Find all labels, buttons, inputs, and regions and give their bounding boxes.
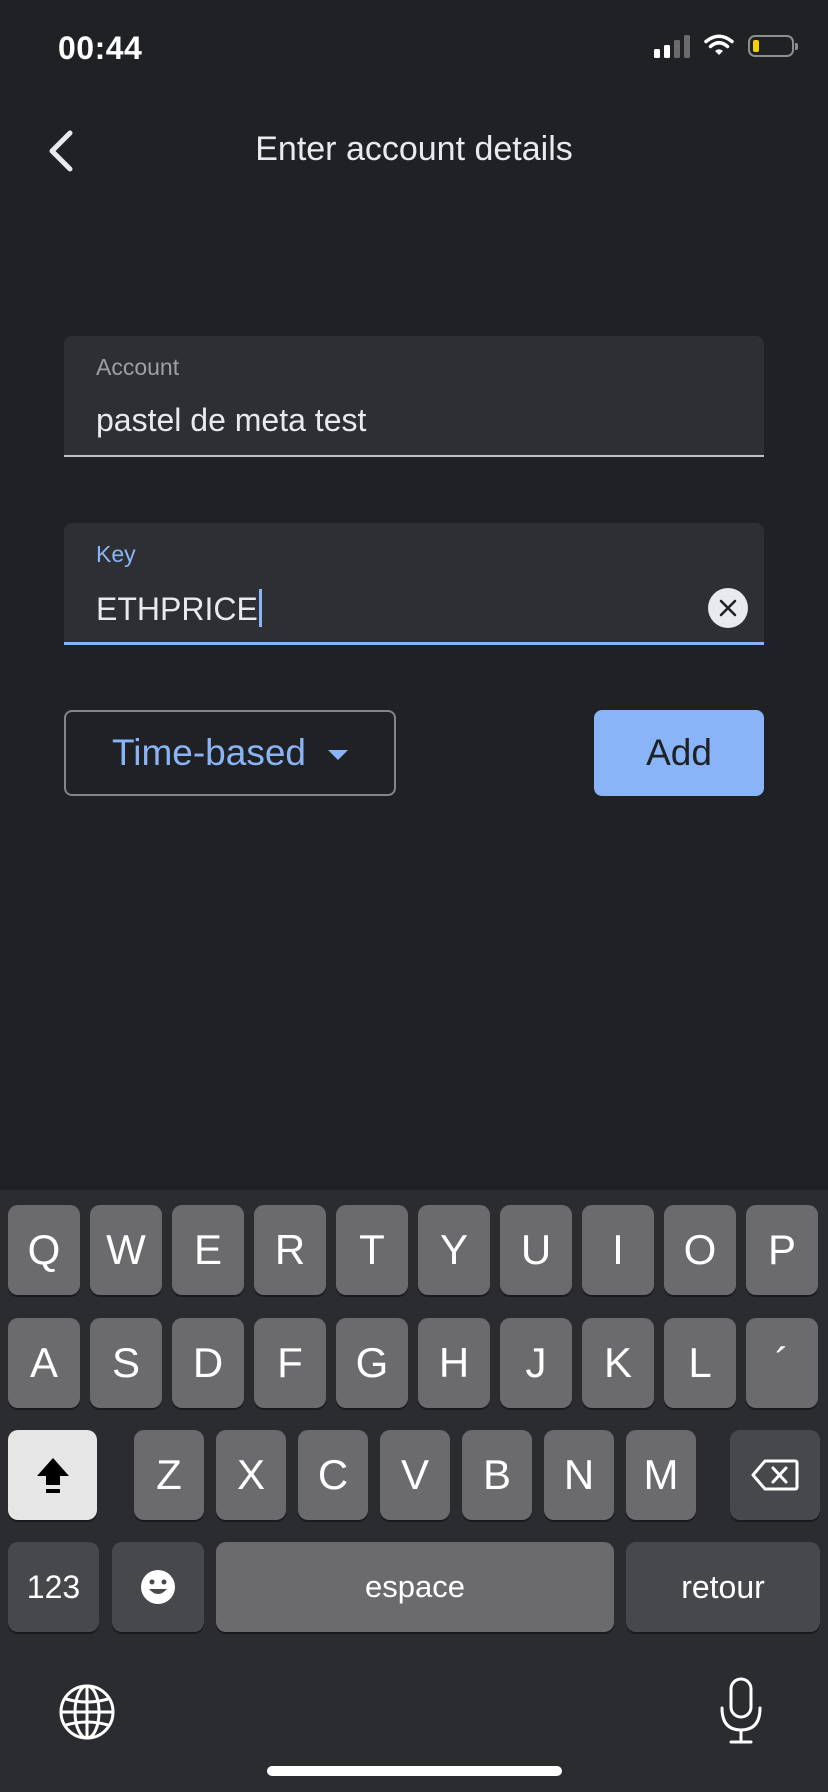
add-button[interactable]: Add [594, 710, 764, 796]
emoji-icon [141, 1570, 175, 1604]
key-c[interactable]: C [298, 1430, 368, 1520]
text-caret [258, 589, 262, 627]
key-field-label: Key [96, 541, 136, 567]
key-b[interactable]: B [462, 1430, 532, 1520]
key-field-input[interactable]: ETHPRICE [96, 589, 262, 628]
space-key[interactable]: espace [216, 1542, 614, 1632]
key-field[interactable]: Key ETHPRICE [64, 523, 764, 645]
key-l[interactable]: L [664, 1318, 736, 1408]
cellular-signal-icon [654, 34, 690, 58]
clear-circle-icon [719, 599, 737, 617]
dropdown-caret-icon [327, 750, 348, 760]
key-k[interactable]: K [582, 1318, 654, 1408]
page-title: Enter account details [255, 130, 573, 168]
key-i[interactable]: I [582, 1205, 654, 1295]
key-f[interactable]: F [254, 1318, 326, 1408]
globe-icon[interactable] [58, 1683, 116, 1741]
key-w[interactable]: W [90, 1205, 162, 1295]
key-x[interactable]: X [216, 1430, 286, 1520]
key-e[interactable]: E [172, 1205, 244, 1295]
numbers-key[interactable]: 123 [8, 1542, 99, 1632]
key-a[interactable]: A [8, 1318, 80, 1408]
key-j[interactable]: J [500, 1318, 572, 1408]
status-icons [654, 34, 798, 58]
key-o[interactable]: O [664, 1205, 736, 1295]
key-h[interactable]: H [418, 1318, 490, 1408]
key-n[interactable]: N [544, 1430, 614, 1520]
key-s[interactable]: S [90, 1318, 162, 1408]
key-q[interactable]: Q [8, 1205, 80, 1295]
backspace-icon [751, 1459, 799, 1491]
key-u[interactable]: U [500, 1205, 572, 1295]
key-g[interactable]: G [336, 1318, 408, 1408]
key-v[interactable]: V [380, 1430, 450, 1520]
account-field-label: Account [96, 354, 180, 380]
key-t[interactable]: T [336, 1205, 408, 1295]
shift-key[interactable] [8, 1430, 97, 1520]
backspace-key[interactable] [730, 1430, 820, 1520]
key-type-dropdown[interactable]: Time-based [64, 710, 396, 796]
wifi-icon [704, 34, 734, 55]
emoji-key[interactable] [112, 1542, 204, 1632]
battery-icon [748, 35, 798, 57]
home-indicator[interactable] [267, 1766, 562, 1776]
account-field-value[interactable]: pastel de meta test [96, 402, 366, 439]
key-z[interactable]: Z [134, 1430, 204, 1520]
shift-icon [36, 1458, 69, 1493]
microphone-icon[interactable] [718, 1676, 764, 1746]
key-type-selected: Time-based [112, 732, 306, 773]
return-key[interactable]: retour [626, 1542, 820, 1632]
clear-key-button[interactable] [708, 588, 748, 628]
status-time: 00:44 [58, 30, 143, 66]
key-acute-accent[interactable]: ´ [746, 1318, 818, 1408]
key-y[interactable]: Y [418, 1205, 490, 1295]
key-d[interactable]: D [172, 1318, 244, 1408]
account-field[interactable]: Account pastel de meta test [64, 336, 764, 457]
key-r[interactable]: R [254, 1205, 326, 1295]
key-m[interactable]: M [626, 1430, 696, 1520]
key-field-value: ETHPRICE [96, 591, 258, 627]
key-p[interactable]: P [746, 1205, 818, 1295]
